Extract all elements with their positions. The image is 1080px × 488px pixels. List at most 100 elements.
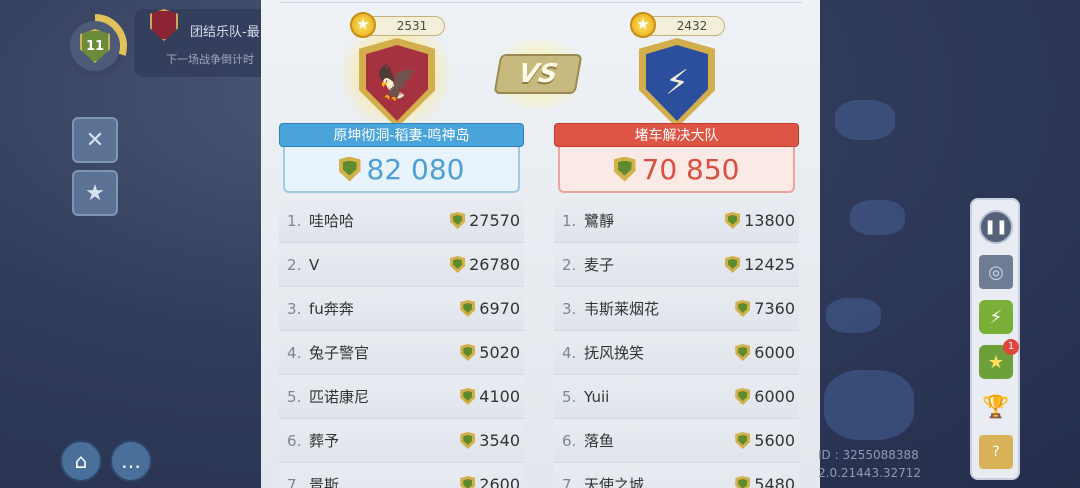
left-team-name: 原坤彻洞-稻妻-鸣神岛 bbox=[279, 123, 524, 147]
divider bbox=[279, 2, 802, 3]
player-name: 麦子 bbox=[584, 256, 615, 274]
battle-shield-icon bbox=[460, 388, 476, 405]
level-shield-icon: 11 bbox=[80, 29, 110, 63]
list-item[interactable]: 5. 匹诺康尼 4100 bbox=[279, 375, 524, 419]
player-name: V bbox=[309, 255, 320, 274]
team-name: 团结乐队-最 bbox=[190, 25, 260, 40]
list-item[interactable]: 1. 哇哈哈 27570 bbox=[279, 199, 524, 243]
player-points-value: 6970 bbox=[479, 299, 520, 318]
trophy-icon: 🏆 bbox=[982, 394, 1010, 420]
battle-shield-icon bbox=[735, 432, 751, 449]
player-name: 葬予 bbox=[309, 432, 340, 450]
player-name: Yuii bbox=[584, 387, 610, 406]
player-name: 匹诺康尼 bbox=[309, 388, 370, 406]
player-points: 3540 bbox=[460, 431, 520, 450]
home-icon: ⌂ bbox=[74, 449, 88, 473]
lightning-emblem-icon: ⚡ bbox=[646, 45, 708, 121]
team-emblem-icon bbox=[150, 9, 178, 41]
list-item[interactable]: 4. 兔子警官 5020 bbox=[279, 331, 524, 375]
player-points: 5600 bbox=[735, 431, 795, 450]
wrench-icon: ✕ bbox=[85, 127, 105, 153]
bg-rock bbox=[835, 100, 895, 140]
player-name: 景斯 bbox=[309, 476, 340, 488]
settings-button[interactable]: ✕ bbox=[72, 117, 118, 163]
list-item[interactable]: 2. 麦子 12425 bbox=[554, 243, 799, 287]
scope-button[interactable]: ◎ bbox=[979, 255, 1013, 289]
chat-button[interactable]: … bbox=[110, 440, 152, 482]
list-item[interactable]: 7. 景斯 2600 bbox=[279, 463, 524, 488]
battle-panel: 2531 ★ 🦅 VS 2432 ★ ⚡ 原坤彻洞-稻妻-鸣神岛 82 080 … bbox=[261, 0, 820, 488]
battle-shield-icon bbox=[735, 476, 751, 488]
player-rank: 7. bbox=[287, 475, 302, 488]
player-name: 抚风挽笑 bbox=[584, 344, 645, 362]
list-item[interactable]: 3. 韦斯莱烟花 7360 bbox=[554, 287, 799, 331]
list-item[interactable]: 1. 鷺靜 13800 bbox=[554, 199, 799, 243]
list-item[interactable]: 6. 落鱼 5600 bbox=[554, 419, 799, 463]
coin-star-icon: ★ bbox=[630, 12, 656, 38]
player-points: 13800 bbox=[725, 211, 795, 230]
shop-bag-icon: ★ bbox=[85, 180, 105, 206]
list-item[interactable]: 3. fu奔奔 6970 bbox=[279, 287, 524, 331]
level-inner: 11 bbox=[70, 21, 120, 71]
bg-rock bbox=[826, 298, 881, 333]
list-item[interactable]: 7. 天使之城 5480 bbox=[554, 463, 799, 488]
events-button[interactable]: ★ 1 bbox=[979, 339, 1019, 379]
right-team-crest: 2432 ★ ⚡ bbox=[596, 12, 756, 129]
notification-badge: 1 bbox=[1003, 339, 1019, 355]
player-rank: 3. bbox=[287, 299, 302, 318]
right-rating: 2432 bbox=[676, 19, 708, 33]
bg-rock bbox=[850, 200, 905, 235]
lightning-icon: ⚡ bbox=[989, 306, 1003, 328]
battle-shield-icon bbox=[735, 388, 751, 405]
player-points-value: 26780 bbox=[469, 255, 520, 274]
battle-shield-icon bbox=[735, 344, 751, 361]
player-name: 鷺靜 bbox=[584, 212, 615, 230]
player-points-value: 12425 bbox=[744, 255, 795, 274]
player-points: 5480 bbox=[735, 475, 795, 488]
player-name: 天使之城 bbox=[584, 476, 645, 488]
player-rank: 3. bbox=[562, 299, 577, 318]
pause-button[interactable]: ❚❚ bbox=[979, 210, 1013, 244]
shop-button[interactable]: ★ bbox=[72, 170, 118, 216]
battle-shield-icon bbox=[725, 212, 741, 229]
left-team-crest: 2531 ★ 🦅 bbox=[316, 12, 476, 129]
team-panel[interactable]: 团结乐队-最 下一场战争倒计时 bbox=[134, 9, 274, 77]
team-subtitle: 下一场战争倒计时 bbox=[166, 53, 254, 66]
list-item[interactable]: 6. 葬予 3540 bbox=[279, 419, 524, 463]
list-item[interactable]: 4. 抚风挽笑 6000 bbox=[554, 331, 799, 375]
right-player-list: 1. 鷺靜 13800 2. 麦子 12425 3. 韦斯莱烟花 7360 4. 抚风挽笑 60… bbox=[554, 199, 799, 488]
player-points: 27570 bbox=[450, 211, 520, 230]
player-points-value: 5480 bbox=[754, 475, 795, 488]
chat-icon: … bbox=[121, 449, 141, 473]
player-points: 6000 bbox=[735, 387, 795, 406]
list-item[interactable]: 2. V 26780 bbox=[279, 243, 524, 287]
player-id: ID : 3255088388 bbox=[818, 448, 919, 462]
right-team-total-box: 70 850 bbox=[558, 147, 795, 193]
player-points-value: 6000 bbox=[754, 387, 795, 406]
left-team-total-box: 82 080 bbox=[283, 147, 520, 193]
player-points-value: 7360 bbox=[754, 299, 795, 318]
left-team-total: 82 080 bbox=[366, 152, 465, 186]
battle-shield-icon bbox=[460, 344, 476, 361]
level-indicator[interactable]: 11 bbox=[63, 14, 127, 78]
trophy-button[interactable]: 🏆 bbox=[979, 390, 1013, 424]
player-rank: 1. bbox=[287, 211, 302, 230]
left-player-list: 1. 哇哈哈 27570 2. V 26780 3. fu奔奔 6970 4. 兔子警官 502… bbox=[279, 199, 524, 488]
home-button[interactable]: ⌂ bbox=[60, 440, 102, 482]
player-rank: 6. bbox=[287, 431, 302, 450]
boost-button[interactable]: ⚡ bbox=[979, 300, 1013, 334]
player-name: 韦斯莱烟花 bbox=[584, 300, 660, 318]
player-points-value: 4100 bbox=[479, 387, 520, 406]
vs-plate: VS bbox=[493, 54, 583, 94]
player-points: 4100 bbox=[460, 387, 520, 406]
player-points-value: 5600 bbox=[754, 431, 795, 450]
pause-icon: ❚❚ bbox=[984, 219, 1008, 235]
player-rank: 5. bbox=[287, 387, 302, 406]
level-number: 11 bbox=[85, 38, 105, 54]
player-rank: 4. bbox=[562, 343, 577, 362]
book-icon: ? bbox=[992, 444, 1000, 460]
list-item[interactable]: 5. Yuii 6000 bbox=[554, 375, 799, 419]
player-points: 6000 bbox=[735, 343, 795, 362]
battle-shield-icon bbox=[450, 212, 466, 229]
help-button[interactable]: ? bbox=[979, 435, 1013, 469]
